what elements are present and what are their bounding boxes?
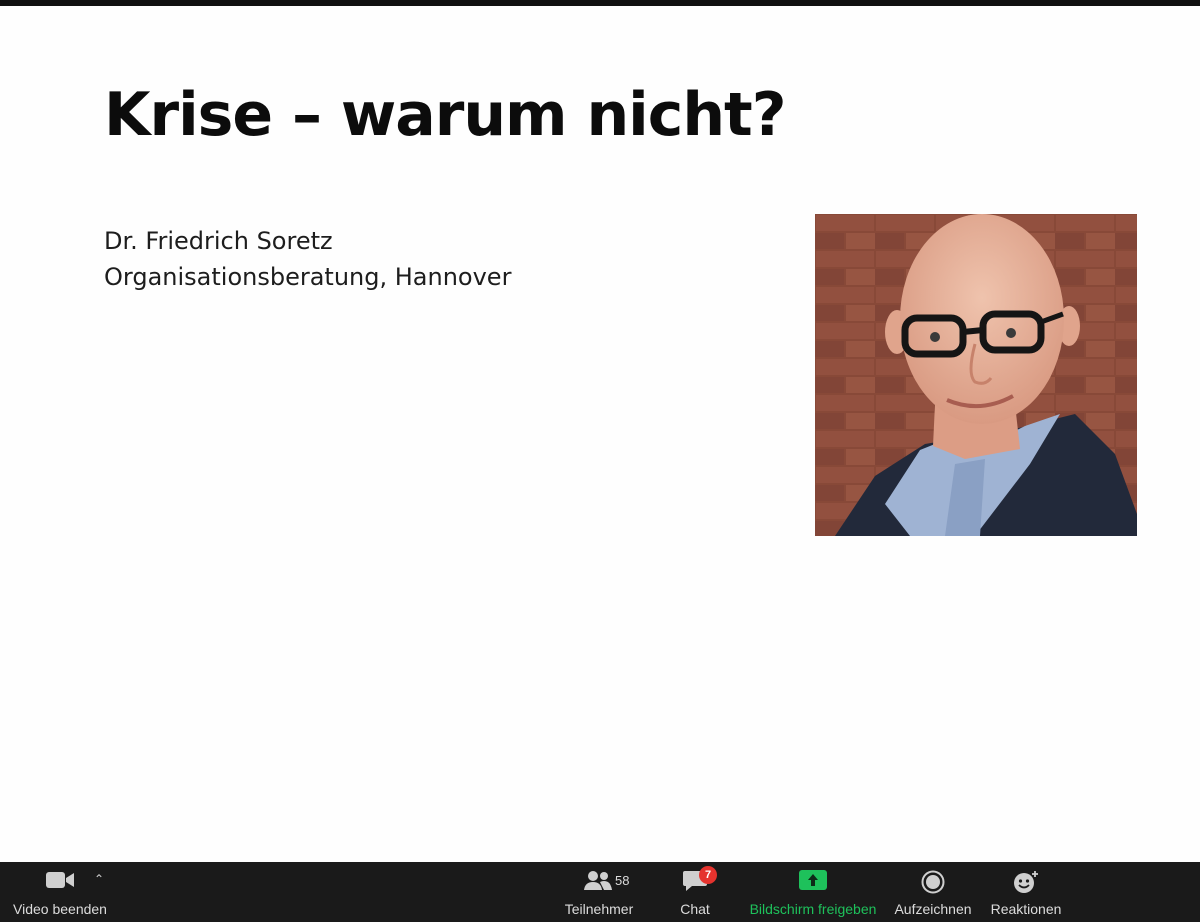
share-label: Bildschirm freigeben — [749, 901, 877, 917]
record-button[interactable]: Aufzeichnen — [890, 862, 976, 922]
video-camera-icon — [46, 872, 74, 888]
participants-icon — [584, 871, 612, 890]
slide-title: Krise – warum nicht? — [104, 80, 787, 150]
presenter-name: Dr. Friedrich Soretz — [104, 227, 333, 255]
meeting-toolbar: Video beenden ⌃ Teilnehmer 58 Chat 7 Bil… — [0, 862, 1200, 922]
record-label: Aufzeichnen — [894, 901, 972, 917]
reactions-label: Reaktionen — [990, 901, 1062, 917]
participants-label: Teilnehmer — [564, 901, 634, 917]
participants-button[interactable]: Teilnehmer — [560, 862, 638, 922]
presenter-photo — [815, 214, 1137, 536]
caret-up-icon[interactable]: ⌃ — [94, 872, 104, 886]
record-icon — [921, 870, 945, 894]
shared-slide: Krise – warum nicht? Dr. Friedrich Soret… — [0, 6, 1200, 862]
video-label: Video beenden — [13, 901, 107, 917]
presenter-organization: Organisationsberatung, Hannover — [104, 263, 512, 291]
reactions-icon — [1014, 871, 1038, 893]
participants-count: 58 — [615, 873, 630, 888]
share-screen-button[interactable]: Bildschirm freigeben — [745, 862, 881, 922]
stop-video-button[interactable]: Video beenden — [10, 862, 110, 922]
share-screen-icon — [799, 870, 827, 890]
chat-label: Chat — [680, 901, 710, 917]
reactions-button[interactable]: Reaktionen — [986, 862, 1066, 922]
chat-unread-badge: 7 — [699, 866, 717, 884]
